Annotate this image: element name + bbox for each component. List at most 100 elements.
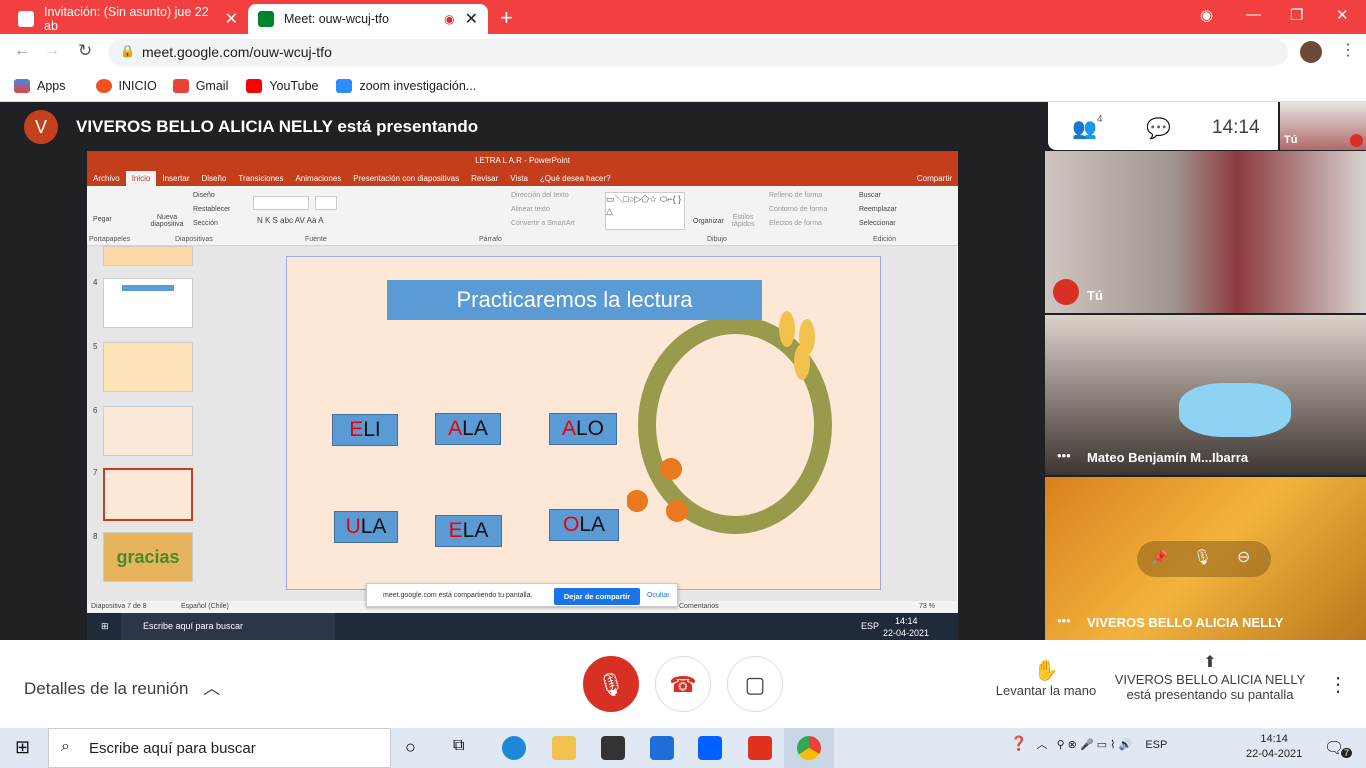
font-name-field[interactable]	[253, 196, 309, 210]
smartart-button[interactable]: Convertir a SmartArt	[511, 220, 575, 227]
mic-off-button[interactable]: 🎙	[583, 656, 639, 712]
slide-thumb-7[interactable]	[103, 468, 193, 521]
thumb-number: 7	[93, 468, 98, 477]
stop-sharing-button[interactable]: Dejar de compartir	[554, 588, 640, 605]
edge-icon[interactable]	[502, 736, 526, 760]
comments-button[interactable]: Comentarios	[679, 603, 719, 610]
section-button[interactable]: Sección	[193, 220, 218, 227]
zoom-level[interactable]: 73 %	[919, 603, 935, 610]
new-slide-button[interactable]: Nueva diapositiva	[147, 214, 187, 228]
reset-button[interactable]: Restablecer	[193, 206, 230, 213]
participant-tile-mateo[interactable]: ••• Mateo Benjamín M...Ibarra	[1045, 315, 1366, 475]
bookmark-apps[interactable]: Apps	[14, 78, 66, 93]
cortana-icon[interactable]: ○	[405, 737, 416, 758]
dropbox-icon[interactable]	[698, 736, 722, 760]
more-options-icon[interactable]: ⋮	[1328, 672, 1348, 697]
mail-icon[interactable]	[650, 736, 674, 760]
syllable-card: ALA	[435, 413, 501, 445]
tab-invitation[interactable]: Invitación: (Sin asunto) jue 22 ab ✕	[8, 4, 248, 34]
bookmark-youtube[interactable]: YouTube	[246, 78, 318, 93]
back-icon[interactable]: ←	[14, 42, 30, 60]
slide-thumb-5[interactable]	[103, 342, 193, 392]
slide-thumb-4[interactable]	[103, 278, 193, 328]
language-indicator[interactable]: ESP	[1145, 739, 1167, 751]
font-format-icons[interactable]: N K S abc AV Aa A	[257, 216, 324, 225]
minimize-icon[interactable]: —	[1246, 6, 1261, 23]
ppt-tab-vista[interactable]: Vista	[504, 171, 534, 186]
presenting-info[interactable]: ⬆ VIVEROS BELLO ALICIA NELLY está presen…	[1112, 652, 1308, 702]
mic-icon[interactable]: 🎙	[1193, 548, 1212, 566]
close-icon[interactable]: ✕	[225, 9, 238, 29]
ppt-tell-me[interactable]: ¿Qué desea hacer?	[534, 171, 617, 186]
forward-icon[interactable]: →	[44, 42, 60, 60]
taskbar-search[interactable]: ⌕ Escribe aquí para buscar	[48, 728, 391, 768]
remove-icon[interactable]: ⊖	[1237, 547, 1250, 567]
ppt-tab-inicio[interactable]: Inicio	[125, 171, 157, 186]
text-direction-button[interactable]: Dirección del texto	[511, 192, 569, 199]
ppt-tab-presentacion[interactable]: Presentación con diapositivas	[347, 171, 465, 186]
file-explorer-icon[interactable]	[552, 736, 576, 760]
taskbar-active-chrome[interactable]	[784, 728, 834, 768]
ppt-tab-transiciones[interactable]: Transiciones	[232, 171, 289, 186]
font-size-field[interactable]	[315, 196, 337, 210]
bookmark-gmail[interactable]: Gmail	[172, 78, 228, 93]
leave-call-button[interactable]: ☎	[655, 656, 711, 712]
quick-styles-button[interactable]: Estilos rápidos	[727, 214, 759, 228]
align-text-button[interactable]: Alinear texto	[511, 206, 550, 213]
raise-hand-button[interactable]: ✋ Levantar la mano	[990, 658, 1102, 698]
ppt-tab-insertar[interactable]: Insertar	[156, 171, 195, 186]
layout-button[interactable]: Diseño	[193, 192, 215, 199]
language-indicator[interactable]: Español (Chile)	[181, 603, 229, 610]
shape-outline-button[interactable]: Contorno de forma	[769, 206, 827, 213]
shapes-gallery[interactable]: ▭＼□○▷⬠☆ ⬭⌐{ }△	[605, 192, 685, 230]
group-label: Diapositivas	[175, 236, 213, 243]
shape-fill-button[interactable]: Relleno de forma	[769, 192, 822, 199]
ppt-tab-archivo[interactable]: Archivo	[87, 171, 126, 186]
help-icon[interactable]: ❓	[1010, 735, 1027, 751]
meeting-details-button[interactable]: Detalles de la reunión ︿	[24, 674, 220, 699]
find-button[interactable]: Buscar	[859, 192, 881, 199]
arrange-button[interactable]: Organizar	[693, 218, 724, 225]
paste-button[interactable]: Pegar	[93, 216, 112, 223]
ppt-tab-revisar[interactable]: Revisar	[465, 171, 504, 186]
bookmark-zoom[interactable]: zoom investigación...	[336, 78, 476, 93]
replace-button[interactable]: Reemplazar	[859, 206, 897, 213]
shape-effects-button[interactable]: Efectos de forma	[769, 220, 822, 227]
people-icon[interactable]: 👥	[1072, 116, 1097, 141]
clock-time: 14:14	[1260, 733, 1288, 745]
slide-thumb-8[interactable]: gracias	[103, 532, 193, 582]
ppt-share[interactable]: Compartir	[911, 171, 958, 186]
ppt-tab-diseno[interactable]: Diseño	[196, 171, 233, 186]
slide-thumb-6[interactable]	[103, 406, 193, 456]
store-icon[interactable]	[601, 736, 625, 760]
participant-tile-self[interactable]: Tú	[1045, 151, 1366, 313]
bookmark-inicio[interactable]: INICIO	[95, 78, 157, 93]
zoom-icon	[336, 78, 353, 93]
select-button[interactable]: Seleccionar	[859, 220, 896, 227]
close-window-icon[interactable]: ✕	[1336, 6, 1349, 24]
system-clock[interactable]: 14:14 22-04-2021	[1246, 732, 1302, 762]
participant-tile-viveros[interactable]: 📌 🎙 ⊖ ••• VIVEROS BELLO ALICIA NELLY	[1045, 477, 1366, 640]
presenter-banner: V VIVEROS BELLO ALICIA NELLY está presen…	[24, 110, 478, 144]
windows-start-icon[interactable]: ⊞	[15, 737, 30, 758]
menu-icon[interactable]: ⋮	[1340, 40, 1356, 60]
camera-button[interactable]: ▢	[727, 656, 783, 712]
maximize-icon[interactable]: ❐	[1290, 6, 1303, 24]
tray-icons[interactable]: ⚲ ⊗ 🎤 ▭ ⌇ 🔊	[1057, 739, 1133, 751]
app-icon[interactable]	[748, 736, 772, 760]
reload-icon[interactable]: ↻	[78, 41, 92, 61]
self-thumbnail[interactable]: Tú	[1280, 102, 1366, 150]
hide-button[interactable]: Ocultar	[647, 592, 670, 599]
avatar[interactable]	[1300, 41, 1322, 63]
chat-icon[interactable]: 💬	[1146, 116, 1171, 141]
task-view-icon[interactable]: ⧉	[453, 737, 464, 755]
tab-meet[interactable]: Meet: ouw-wcuj-tfo ◉ ✕	[248, 4, 488, 34]
pin-icon[interactable]: 📌	[1151, 549, 1168, 566]
chevron-up-icon[interactable]: ︿	[1037, 739, 1048, 751]
slide-thumb-3[interactable]	[103, 246, 193, 266]
new-tab-button[interactable]: +	[500, 5, 513, 31]
profile-menu-icon[interactable]: ◉	[1200, 6, 1213, 24]
address-bar[interactable]: 🔒 meet.google.com/ouw-wcuj-tfo	[108, 39, 1288, 66]
close-icon[interactable]: ✕	[465, 9, 478, 29]
ppt-tab-animaciones[interactable]: Animaciones	[289, 171, 347, 186]
